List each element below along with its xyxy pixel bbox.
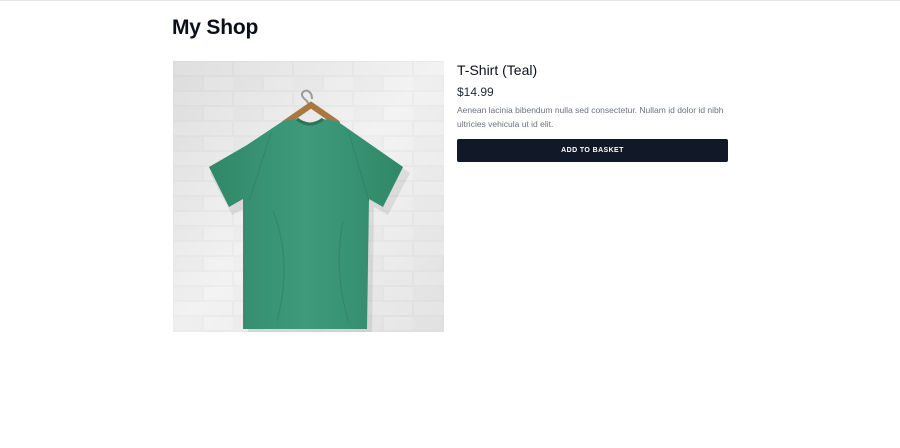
page-title: My Shop bbox=[172, 16, 259, 39]
product-price: $14.99 bbox=[457, 85, 494, 99]
product-name: T-Shirt (Teal) bbox=[457, 62, 538, 78]
product-description: Aenean lacinia bibendum nulla sed consec… bbox=[457, 105, 724, 129]
tshirt-photo-icon bbox=[173, 61, 444, 332]
product-details: T-Shirt (Teal) $14.99 Aenean lacinia bib… bbox=[457, 61, 728, 162]
product-image bbox=[173, 61, 444, 332]
add-to-basket-button[interactable]: ADD TO BASKET bbox=[457, 139, 728, 162]
top-divider bbox=[0, 0, 900, 1]
shop-page: My Shop T-Shirt (Teal) $14.99 Aenean lac… bbox=[0, 0, 900, 448]
